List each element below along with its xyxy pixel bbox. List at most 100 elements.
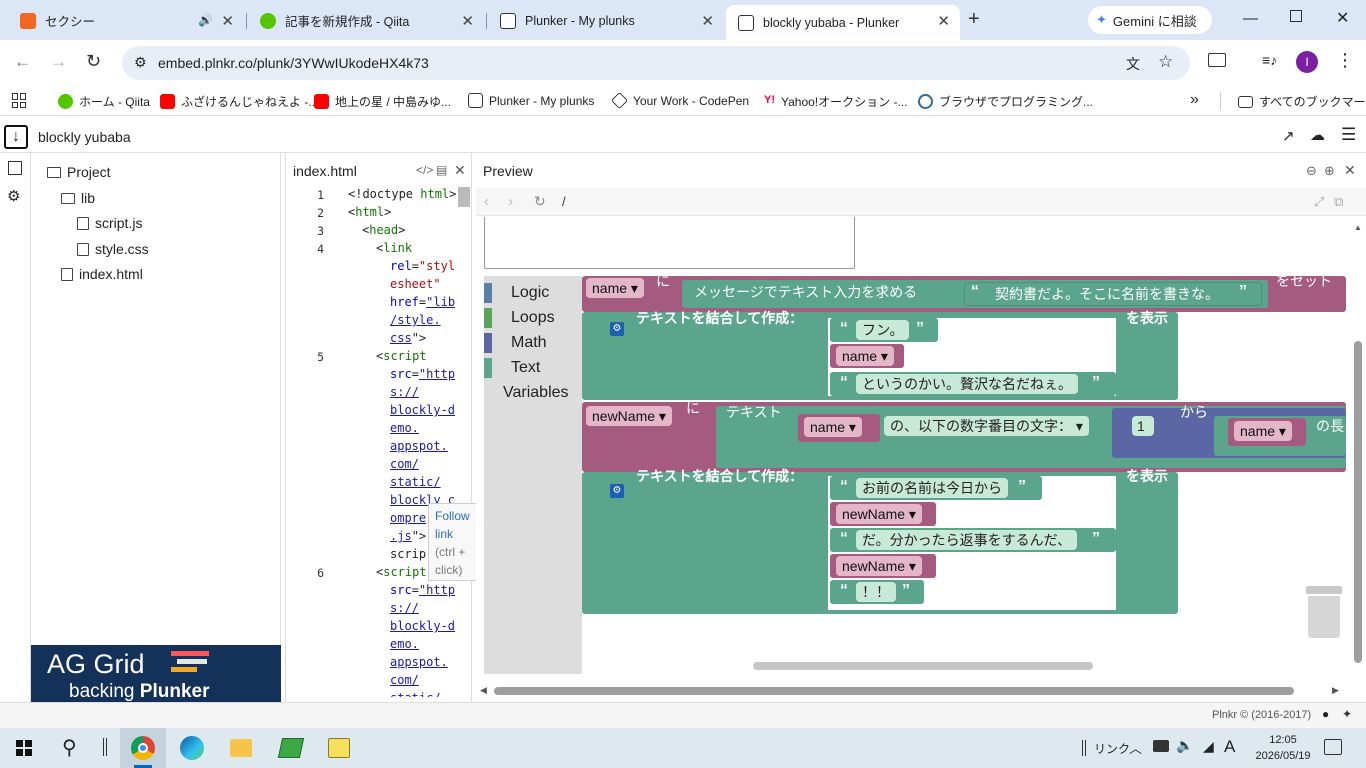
substring-block[interactable]: テキスト name ▾ の、以下の数字番目の文字： ▾ 1 から name ▾ … <box>716 404 1346 468</box>
code-area[interactable]: <!doctype html> <html> <head> <link rel=… <box>348 187 458 697</box>
text-literal-block[interactable]: “ ！！ ” <box>830 580 924 604</box>
variable-dropdown[interactable]: newName ▾ <box>836 556 922 576</box>
text-field[interactable]: フン。 <box>856 320 910 340</box>
more-bookmarks-chevron-icon[interactable]: » <box>1190 91 1199 109</box>
search-icon[interactable]: ⚲ <box>62 735 77 760</box>
bookmark-youtube-2[interactable]: 地上の星 / 中島みゆ... <box>314 93 451 110</box>
ime-indicator[interactable]: A <box>1224 737 1235 757</box>
profile-avatar[interactable]: I <box>1296 51 1318 73</box>
bookmark-star-icon[interactable]: ☆ <box>1158 52 1173 72</box>
tree-item-script-js[interactable]: script.js <box>77 215 142 231</box>
close-tab-icon[interactable]: ✕ <box>937 12 950 30</box>
plunker-logo-icon[interactable]: ↓ <box>4 125 28 149</box>
variable-dropdown[interactable]: newName ▾ <box>836 504 922 524</box>
mutator-gear-icon[interactable]: ⚙ <box>610 322 624 336</box>
print-block[interactable]: ⚙ テキストを結合して作成： “ お前の名前は今日から ” newName ▾ … <box>582 468 1178 614</box>
workspace-horizontal-scrollbar[interactable] <box>753 662 1093 670</box>
reload-button[interactable]: ↻ <box>86 51 101 72</box>
variable-dropdown[interactable]: newName ▾ <box>586 406 672 426</box>
preview-horizontal-scrollbar[interactable]: ◀ ▶ <box>476 683 1350 699</box>
files-icon[interactable] <box>8 161 22 175</box>
tab-qiita[interactable]: 記事を新規作成 - Qiita ✕ <box>248 5 484 36</box>
media-control-icon[interactable]: ≡♪ <box>1262 52 1277 68</box>
bookmark-yahoo-auction[interactable]: Y! Yahoo!オークション -... <box>764 93 907 110</box>
zoom-out-icon[interactable]: ⊖ <box>1306 163 1317 179</box>
battery-icon[interactable] <box>1153 740 1169 752</box>
variable-dropdown[interactable]: name ▾ <box>1234 421 1292 441</box>
popout-icon[interactable]: ⧉ <box>1334 194 1343 210</box>
variable-dropdown[interactable]: name ▾ <box>586 278 644 298</box>
preview-refresh-icon[interactable]: ↻ <box>534 193 546 210</box>
translate-icon[interactable]: 文 <box>1126 54 1140 74</box>
prompt-text-block[interactable]: メッセージでテキスト入力を求める “ 契約書だよ。そこに名前を書きな。 ” <box>682 280 1268 308</box>
notification-center-icon[interactable] <box>1324 739 1342 755</box>
speaker-icon[interactable]: 🔊 <box>198 13 213 27</box>
tree-item-style-css[interactable]: style.css <box>77 241 149 257</box>
preview-forward-icon[interactable]: › <box>508 193 513 210</box>
text-literal-block[interactable]: “ フン。 ” <box>830 318 938 342</box>
tab-plunker-my-plunks[interactable]: Plunker - My plunks ✕ <box>488 5 724 36</box>
category-variables[interactable]: Variables <box>503 382 569 404</box>
tab-sexy[interactable]: セクシー 🔊 ✕ <box>8 5 244 36</box>
open-external-icon[interactable]: ↗ <box>1282 127 1295 145</box>
bookmark-plunker[interactable]: Plunker - My plunks <box>468 93 594 108</box>
editor-tab-filename[interactable]: index.html <box>293 163 357 179</box>
trash-can-icon[interactable] <box>1308 596 1340 638</box>
length-input-block[interactable]: name ▾ の長 <box>1214 416 1346 456</box>
restore-button[interactable] <box>1290 10 1302 22</box>
text-field[interactable]: お前の名前は今日から <box>856 478 1008 498</box>
set-variable-block[interactable]: name ▾ に メッセージでテキスト入力を求める “ 契約書だよ。そこに名前を… <box>582 276 1346 312</box>
variable-get-block[interactable]: newName ▾ <box>830 502 936 526</box>
ag-grid-ad[interactable]: AG Grid backing Plunker <box>31 645 281 702</box>
bookmark-qiita-home[interactable]: ホーム - Qiita <box>58 93 150 110</box>
blockly-workspace[interactable]: Logic Loops Math Text Variables name ▾ に… <box>484 276 1346 674</box>
close-tab-icon[interactable]: ✕ <box>461 12 474 30</box>
address-bar[interactable]: ⚙ embed.plnkr.co/plunk/3YWwIUkodeHX4k73 … <box>122 46 1190 80</box>
github-icon[interactable]: ● <box>1322 707 1329 721</box>
all-bookmarks-folder[interactable]: すべてのブックマーク <box>1238 93 1366 110</box>
category-logic[interactable]: Logic <box>484 282 549 304</box>
tree-item-index-html[interactable]: index.html <box>61 266 143 282</box>
apps-grid-icon[interactable] <box>12 93 27 108</box>
tab-search-icon[interactable] <box>1208 53 1226 67</box>
variable-dropdown[interactable]: name ▾ <box>804 417 862 437</box>
edge-icon[interactable] <box>180 736 204 760</box>
zoom-in-icon[interactable]: ⊕ <box>1324 163 1335 179</box>
text-field[interactable]: 契約書だよ。そこに名前を書きな。 <box>989 284 1225 304</box>
category-loops[interactable]: Loops <box>484 307 555 329</box>
bookmark-browser-programming[interactable]: ブラウザでプログラミング... <box>918 93 1093 110</box>
tree-item-lib[interactable]: lib <box>61 190 95 206</box>
forward-button[interactable]: → <box>50 52 67 72</box>
close-window-button[interactable]: ✕ <box>1336 8 1349 28</box>
print-block[interactable]: ⚙ テキストを結合して作成： “ フン。 ” name ▾ “ というのかい。贅… <box>582 310 1178 400</box>
hamburger-menu-icon[interactable]: ☰ <box>1341 125 1356 145</box>
number-field[interactable]: 1 <box>1132 416 1154 436</box>
close-preview-icon[interactable]: ✕ <box>1344 162 1356 179</box>
preview-path[interactable]: / <box>562 194 566 209</box>
substring-mode-dropdown[interactable]: の、以下の数字番目の文字： ▾ <box>884 416 1089 436</box>
text-field[interactable]: ！！ <box>856 582 896 602</box>
category-text[interactable]: Text <box>484 357 540 379</box>
text-field[interactable]: だ。分かったら返事をするんだ、 <box>856 530 1078 550</box>
tree-item-project[interactable]: Project <box>47 164 111 180</box>
close-tab-icon[interactable]: ✕ <box>221 12 234 30</box>
preview-vertical-scrollbar[interactable]: ▲ <box>1350 217 1366 677</box>
browser-menu-icon[interactable]: ⋮ <box>1336 50 1354 71</box>
category-math[interactable]: Math <box>484 332 547 354</box>
text-literal-block[interactable]: “ 契約書だよ。そこに名前を書きな。 ” <box>964 282 1262 306</box>
gemini-button[interactable]: ✦ Gemini に相談 <box>1088 6 1212 34</box>
code-view-icon[interactable]: </> <box>416 163 433 177</box>
snipping-tool-icon[interactable] <box>328 738 350 758</box>
chrome-taskbar-button[interactable] <box>120 728 166 768</box>
close-file-icon[interactable]: ✕ <box>454 162 466 179</box>
variable-dropdown[interactable]: name ▾ <box>836 346 894 366</box>
variable-get-block[interactable]: newName ▾ <box>830 554 936 578</box>
clock[interactable]: 12:05 2026/05/19 <box>1250 732 1316 764</box>
back-button[interactable]: ← <box>14 52 31 72</box>
settings-gear-icon[interactable]: ⚙ <box>7 187 20 205</box>
volume-icon[interactable]: 🔈 <box>1176 737 1193 754</box>
chevron-up-icon[interactable]: ︿ <box>1129 738 1142 757</box>
tab-blockly-yubaba[interactable]: blockly yubaba - Plunker ✕ <box>726 5 960 40</box>
fullscreen-icon[interactable]: ⤢ <box>1314 194 1324 210</box>
windows-start-icon[interactable] <box>16 740 32 756</box>
